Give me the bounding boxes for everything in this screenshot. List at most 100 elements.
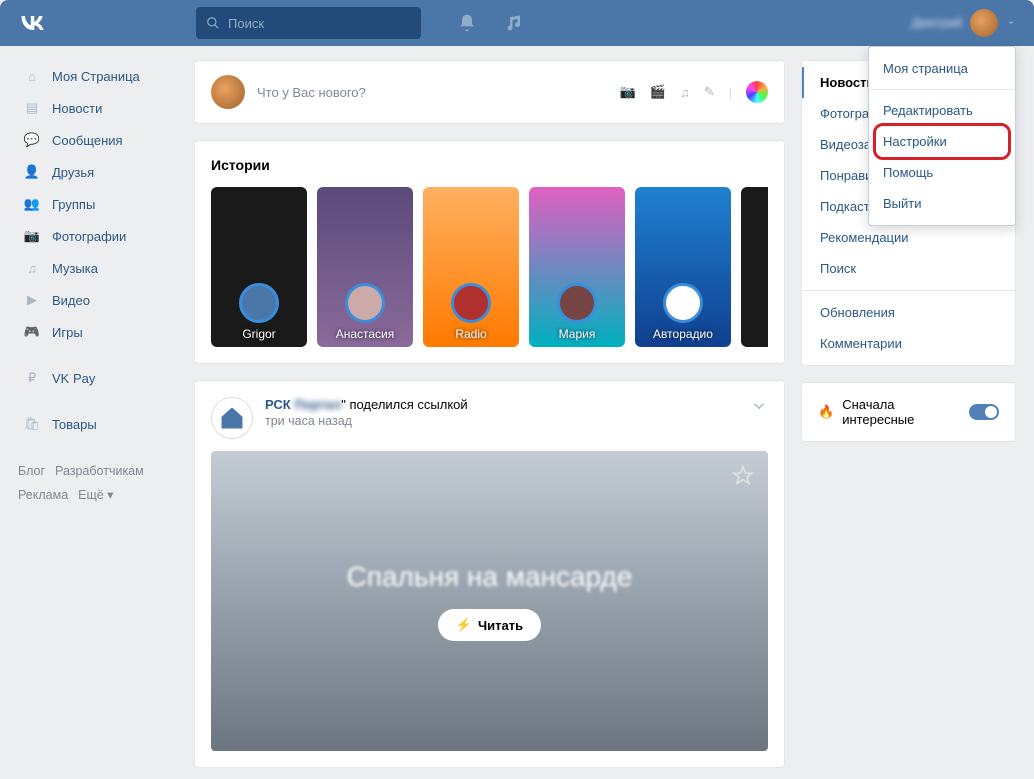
story-avatar [557, 283, 597, 323]
dropdown-separator [869, 89, 1015, 90]
footer-more[interactable]: Ещё ▾ [78, 488, 113, 502]
story-avatar [663, 283, 703, 323]
nav-label: Фотографии [52, 229, 126, 244]
footer-ads[interactable]: Реклама [18, 488, 68, 502]
story-item[interactable]: Grigor [211, 187, 307, 347]
read-button[interactable]: ⚡ Читать [438, 609, 541, 641]
house-icon [218, 404, 246, 432]
dropdown-settings[interactable]: Настройки [869, 126, 1015, 157]
nav-friends[interactable]: 👤Друзья [18, 156, 178, 188]
rnav-search[interactable]: Поиск [802, 253, 1015, 284]
post-overlay-title: Спальня на мансарде [347, 561, 633, 593]
post-author[interactable]: РСК Портал" поделился ссылкой [265, 397, 468, 412]
compose-music-icon[interactable]: ♫ [680, 85, 690, 100]
story-item[interactable]: Анастасия [317, 187, 413, 347]
read-label: Читать [478, 618, 523, 633]
gamepad-icon: 🎮 [22, 322, 42, 342]
bell-icon[interactable] [457, 13, 477, 33]
nav-label: Видео [52, 293, 90, 308]
nav-label: Группы [52, 197, 95, 212]
compose-photo-icon[interactable]: 📷 [620, 84, 636, 100]
compose-box[interactable]: Что у Вас нового? 📷 🎬 ♫ ✎ | [194, 60, 785, 124]
nav-groups[interactable]: 👥 Группы [18, 188, 178, 220]
music-icon[interactable] [505, 13, 525, 33]
stories-title: Истории [211, 157, 768, 173]
footer-links: Блог Разработчикам Реклама Ещё ▾ [18, 460, 178, 508]
rnav-recommend[interactable]: Рекомендации [802, 222, 1015, 253]
groups-icon: 👥 [22, 194, 42, 214]
nav-label: Сообщения [52, 133, 123, 148]
nav-news[interactable]: ▤ Новости [18, 92, 178, 124]
dropdown-logout[interactable]: Выйти [869, 188, 1015, 219]
story-label: Мария [559, 327, 596, 341]
chevron-down-icon [1006, 18, 1016, 28]
nav-label: Музыка [52, 261, 98, 276]
compose-video-icon[interactable]: 🎬 [650, 84, 666, 100]
interesting-toggle-card: 🔥 Сначала интересные [801, 382, 1016, 442]
nav-messages[interactable]: 💬 Сообщения [18, 124, 178, 156]
header: Дмитрий [0, 0, 1034, 46]
nav-music[interactable]: ♫ Музыка [18, 252, 178, 284]
compose-prompt: Что у Вас нового? [257, 85, 620, 100]
rnav-comments[interactable]: Комментарии [802, 328, 1015, 359]
pay-icon: ₽ [22, 368, 42, 388]
story-avatar [451, 283, 491, 323]
story-item[interactable] [741, 187, 768, 347]
nav-label: VK Pay [52, 371, 95, 386]
note-icon: ♫ [22, 258, 42, 278]
compose-avatar [211, 75, 245, 109]
story-label: Grigor [242, 327, 275, 341]
user-menu-trigger[interactable]: Дмитрий [911, 9, 1016, 37]
user-dropdown: Моя страница Редактировать Настройки Пом… [868, 46, 1016, 226]
nav-games[interactable]: 🎮 Игры [18, 316, 178, 348]
compose-article-icon[interactable]: ✎ [704, 84, 715, 100]
flame-icon: 🔥 [818, 404, 834, 420]
post-time: три часа назад [265, 414, 468, 428]
nav-market[interactable]: 🛍Товары [18, 408, 178, 440]
nav-mypage[interactable]: ⌂ Моя Страница [18, 60, 178, 92]
footer-blog[interactable]: Блог [18, 464, 45, 478]
compose-color-icon[interactable] [746, 81, 768, 103]
news-icon: ▤ [22, 98, 42, 118]
home-icon: ⌂ [22, 66, 42, 86]
interesting-label: Сначала интересные [842, 397, 961, 427]
story-label: Анастасия [336, 327, 395, 341]
story-item[interactable]: Radio [423, 187, 519, 347]
story-avatar [345, 283, 385, 323]
user-name: Дмитрий [911, 16, 962, 30]
bolt-icon: ⚡ [456, 617, 472, 633]
dropdown-help[interactable]: Помощь [869, 157, 1015, 188]
vk-logo-icon[interactable] [18, 9, 46, 37]
nav-label: Моя Страница [52, 69, 140, 84]
left-nav: ⌂ Моя Страница ▤ Новости 💬 Сообщения 👤Друзь… [18, 60, 178, 779]
chat-icon: 💬 [22, 130, 42, 150]
rnav-separator [802, 290, 1015, 291]
nav-vkpay[interactable]: ₽ VK Pay [18, 362, 178, 394]
nav-video[interactable]: ▶ Видео [18, 284, 178, 316]
search-box[interactable] [196, 7, 421, 39]
nav-label: Новости [52, 101, 102, 116]
interesting-switch[interactable] [969, 404, 999, 420]
search-icon [206, 16, 220, 30]
footer-dev[interactable]: Разработчикам [55, 464, 144, 478]
nav-label: Товары [52, 417, 97, 432]
video-icon: ▶ [22, 290, 42, 310]
post-avatar[interactable] [211, 397, 253, 439]
story-item[interactable]: Авторадио [635, 187, 731, 347]
search-input[interactable] [228, 16, 404, 31]
nav-photos[interactable]: 📷Фотографии [18, 220, 178, 252]
chevron-down-icon[interactable] [750, 397, 768, 415]
nav-label: Игры [52, 325, 83, 340]
story-label: Авторадио [653, 327, 713, 341]
star-icon[interactable] [732, 465, 754, 487]
dropdown-edit[interactable]: Редактировать [869, 95, 1015, 126]
story-item[interactable]: Мария [529, 187, 625, 347]
post-image[interactable]: Спальня на мансарде ⚡ Читать [211, 451, 768, 751]
rnav-updates[interactable]: Обновления [802, 297, 1015, 328]
dropdown-my-page[interactable]: Моя страница [869, 53, 1015, 84]
stories-block: Истории Grigor Анастасия Radio Мария Авт… [194, 140, 785, 364]
story-avatar [239, 283, 279, 323]
friends-icon: 👤 [22, 162, 42, 182]
main-column: Что у Вас нового? 📷 🎬 ♫ ✎ | Истории Grig… [194, 60, 785, 779]
post-card: РСК Портал" поделился ссылкой три часа н… [194, 380, 785, 768]
